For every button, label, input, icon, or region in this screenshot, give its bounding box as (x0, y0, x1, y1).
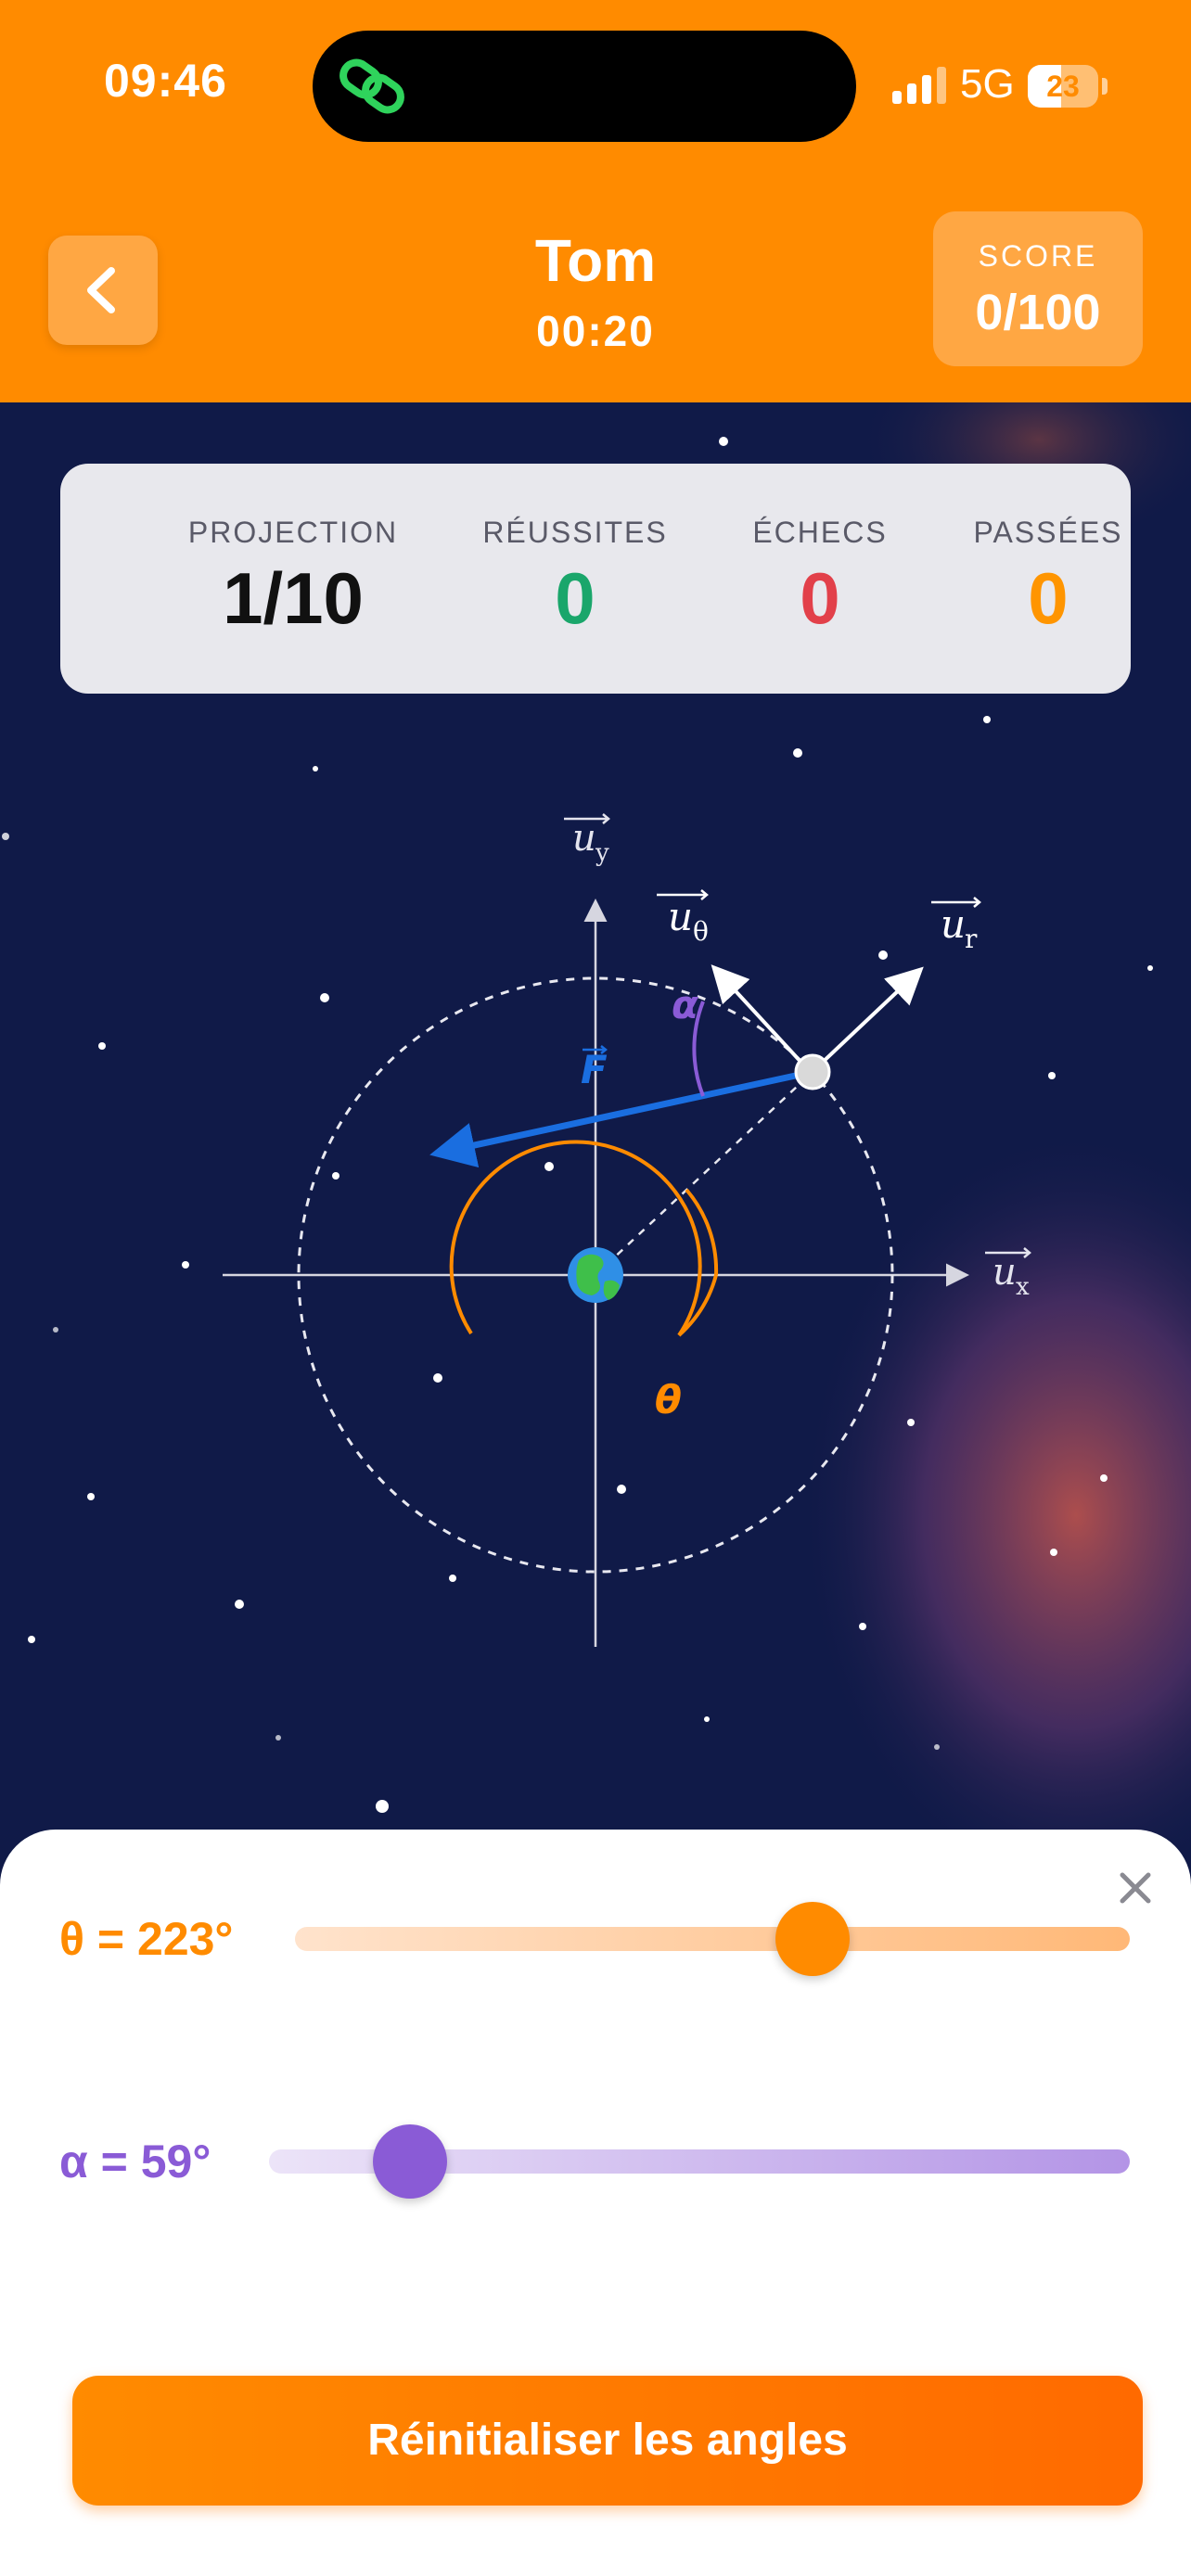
battery-level: 23 (1046, 70, 1080, 103)
axis-x-sub: x (1016, 1273, 1030, 1301)
force-label: F (581, 1047, 608, 1092)
u-theta-sub: θ (693, 916, 709, 947)
axis-x-label: u (992, 1251, 1017, 1294)
link-icon (339, 58, 404, 114)
theta-slider-thumb[interactable] (775, 1902, 850, 1976)
score-value: 0/100 (975, 285, 1101, 340)
u-r-sub: r (965, 924, 978, 954)
score-badge: SCORE 0/100 (933, 211, 1143, 366)
theta-angle-label: θ (655, 1377, 682, 1422)
score-label: SCORE (978, 239, 1098, 273)
chevron-left-icon (87, 267, 115, 313)
force-vector (429, 1068, 813, 1168)
home-indicator (422, 2548, 769, 2559)
axis-y-label: u (572, 817, 596, 860)
player-name: Tom (534, 227, 657, 294)
satellite (794, 1053, 831, 1090)
network-type: 5G (960, 61, 1015, 107)
signal-icon (892, 67, 946, 104)
dynamic-island (313, 31, 856, 142)
alpha-angle-label: α (672, 982, 699, 1027)
u-r-label: u (941, 901, 966, 947)
orbit-diagram: u x u y u r u θ F α θ (223, 813, 1031, 1647)
u-r-vector (816, 966, 924, 1068)
radius-line (595, 1071, 813, 1276)
axis-y-sub: y (595, 839, 609, 867)
earth-icon (568, 1247, 623, 1303)
app-header: 09:46 5G 23 Tom 00:20 SCORE 0/100 (0, 0, 1191, 402)
u-theta-vector (711, 964, 805, 1066)
theta-slider-label: θ = 223° (59, 1913, 234, 1965)
theta-slider-track[interactable] (295, 1927, 1130, 1951)
close-icon[interactable] (1113, 1866, 1158, 1910)
theta-arc (449, 1140, 702, 1337)
reset-angles-button[interactable]: Réinitialiser les angles (72, 2376, 1143, 2506)
alpha-slider-thumb[interactable] (373, 2124, 448, 2199)
game-timer: 00:20 (536, 307, 655, 355)
status-time: 09:46 (104, 55, 227, 107)
u-theta-label: u (668, 894, 693, 939)
battery-icon: 23 (1028, 65, 1098, 108)
back-button[interactable] (48, 236, 158, 345)
alpha-slider-label: α = 59° (59, 2136, 211, 2187)
